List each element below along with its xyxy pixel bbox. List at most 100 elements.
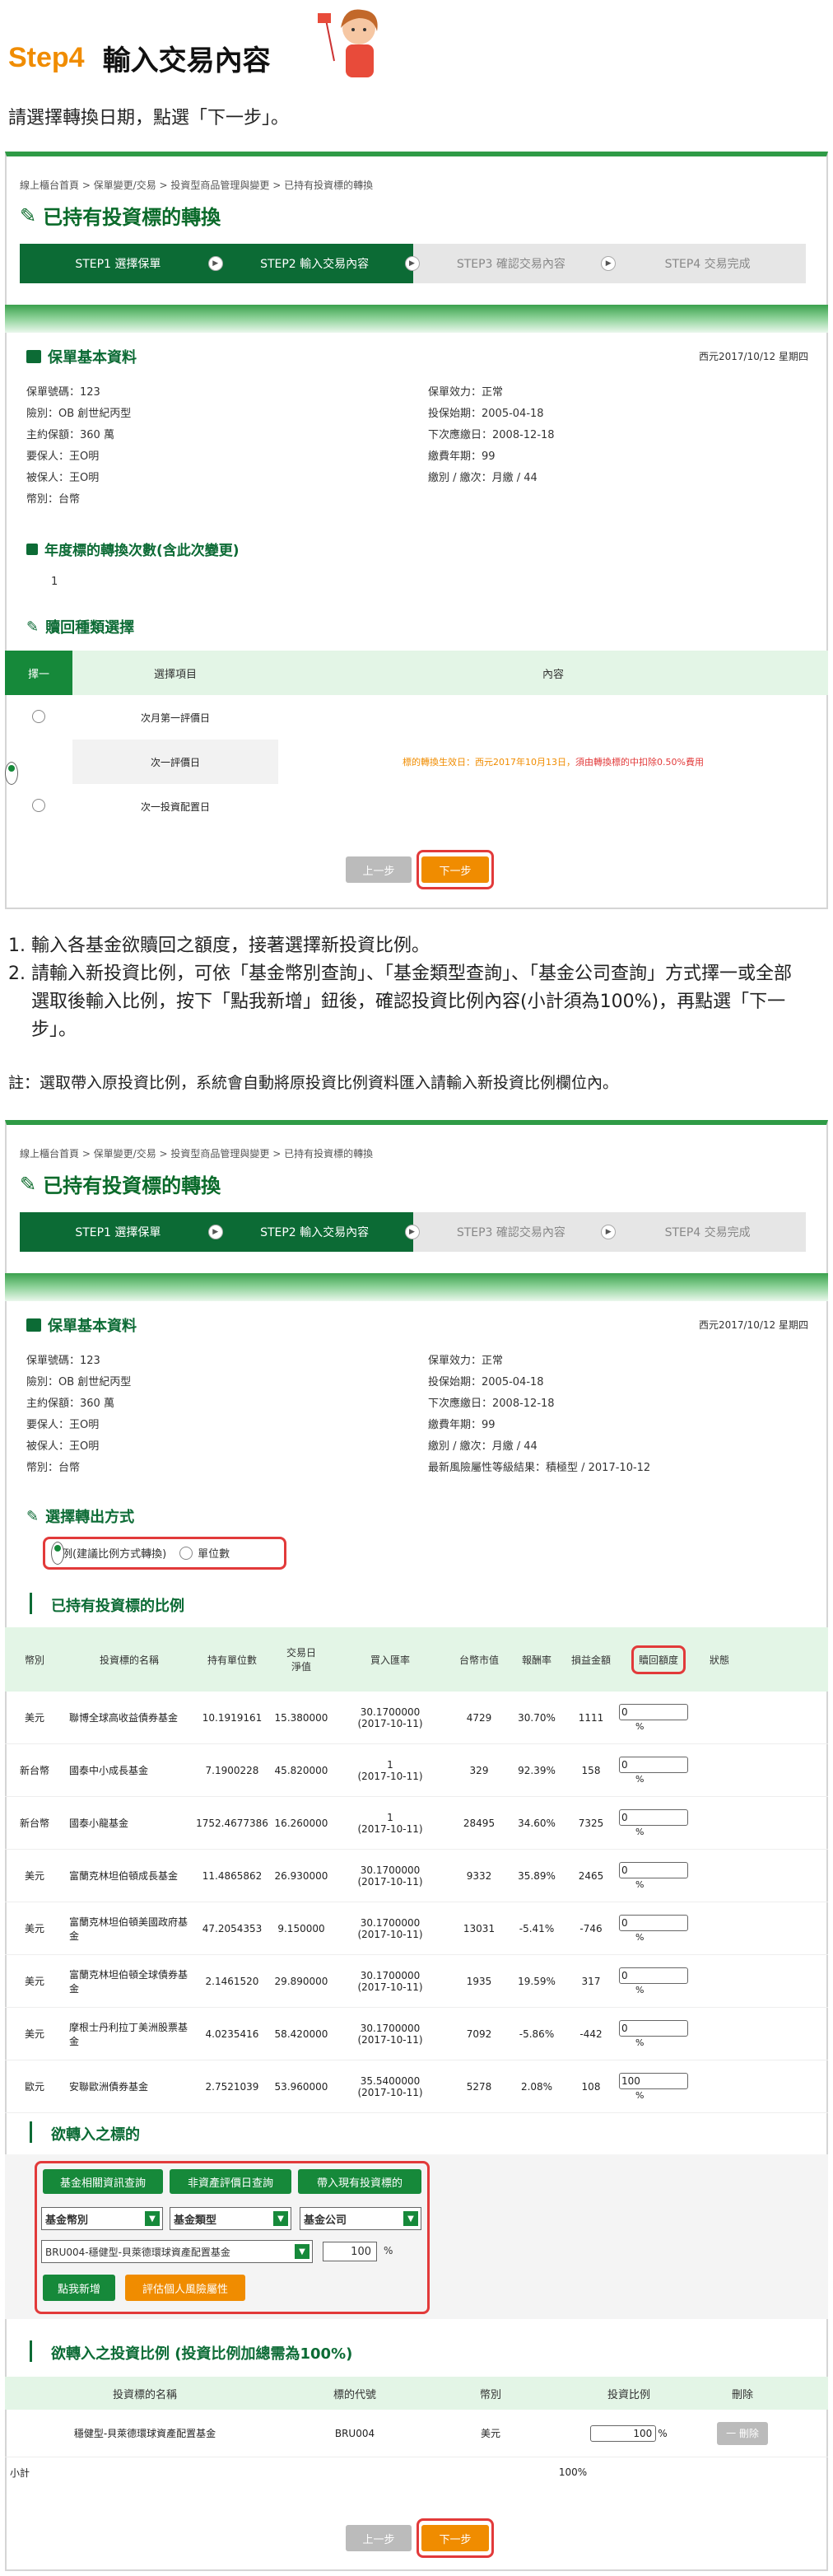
ratio-title: 欲轉入之投資比例 (投資比例加總需為100%) (51, 2345, 353, 2363)
ratio-field[interactable]: 100 (590, 2424, 657, 2442)
ratio-input[interactable]: 100 (323, 2242, 377, 2261)
redeem-option-row[interactable]: 次一評價日 標的轉換生效日：西元2017年10月13日，須由轉換標的中扣除0.5… (5, 740, 828, 785)
redeem-amount-input[interactable]: 0 (619, 2019, 688, 2037)
section-marker (30, 2340, 32, 2362)
redeem-option-row[interactable]: 次一投資配置日 (5, 784, 828, 828)
step-3: STEP3 確認交易內容 ▶ (412, 244, 617, 283)
add-button[interactable]: 點我新增 (43, 2275, 115, 2301)
chart-icon (26, 543, 38, 555)
edit-icon: ✎ (20, 203, 37, 227)
table-row: 美元 聯博全球高收益債券基金 10.1919161 15.380000 30.17000… (5, 1692, 828, 1744)
page-title: ✎ 已持有投資標的轉換 (20, 203, 221, 230)
redeem-amount-input[interactable]: 0 (619, 1967, 688, 1984)
section-annual-title: 年度標的轉換次數(含此次變更) (26, 539, 240, 559)
redeem-amount-input[interactable]: 0 (619, 1861, 688, 1878)
page-title: ✎ 已持有投資標的轉換 (20, 1172, 221, 1198)
annual-value: 1 (51, 576, 58, 588)
note-text: 註：選取帶入原投資比例，系統會自動將原投資比例資料匯入請輸入新投資比例欄位內。 (8, 1074, 619, 1092)
section-redeem-title: ✎ 贖回種類選擇 (26, 618, 135, 637)
chevron-right-icon: ▶ (207, 256, 223, 271)
target-title: 欲轉入之標的 (51, 2126, 140, 2144)
chevron-right-icon: ▶ (207, 1225, 223, 1239)
radio-ratio[interactable] (51, 1541, 64, 1565)
table-row: 美元 富蘭克林坦伯頓全球債券基金 2.1461520 29.890000 30.1700… (5, 1955, 828, 2008)
breadcrumb[interactable]: 線上櫃台首頁 > 保單變更/交易 > 投資型商品管理與變更 > 已持有投資標的轉… (20, 1146, 373, 1160)
holdings-table: 幣別 投資標的名稱 持有單位數 交易日 淨值 買入匯率 台幣市值 報酬率 損益金… (5, 1627, 828, 2113)
step-title: 輸入交易內容 (102, 44, 271, 77)
chevron-down-icon: ▼ (273, 2211, 288, 2226)
chevron-right-icon: ▶ (404, 1225, 420, 1239)
subtotal-row: 小計 100% (10, 2466, 588, 2479)
holdings-header: 幣別 投資標的名稱 持有單位數 交易日 淨值 買入匯率 台幣市值 報酬率 損益金… (5, 1627, 828, 1692)
green-band (5, 305, 828, 333)
step-number: Step4 (8, 41, 85, 73)
step-4: STEP4 交易完成 (609, 244, 806, 283)
basic-left: 保單號碼：123 險別：OB 創世紀丙型 主約保額：360 萬要保人：王O明 被保人：… (26, 386, 132, 506)
chevron-right-icon: ▶ (404, 256, 420, 271)
currency-select[interactable]: 基金幣別 ▼ (41, 2207, 163, 2230)
basic-left: 保單號碼：123 險別：OB 創世紀丙型 主約保額：360 萬要保人：王O明 被保人：… (26, 1355, 132, 1474)
step-indicator: STEP1 選擇保單 ▶ STEP2 輸入交易內容 ▶ STEP3 確認交易內容 ▶ … (20, 244, 806, 283)
table-row: 美元 富蘭克林坦伯頓成長基金 11.4865862 26.930000 30.17000… (5, 1850, 828, 1902)
archive-icon (26, 350, 41, 363)
basic-right: 保單效力：正常 投保始期：2005-04-18 下次應繳日：2008-12-18 繳費… (428, 386, 555, 484)
table-row: 美元 富蘭克林坦伯頓美國政府基金 47.2054353 9.150000 30.1700… (5, 1902, 828, 1955)
chevron-down-icon: ▼ (295, 2244, 309, 2259)
delete-button[interactable]: 一 刪除 (717, 2421, 768, 2445)
breadcrumb[interactable]: 線上櫃台首頁 > 保單變更/交易 > 投資型商品管理與變更 > 已持有投資標的轉… (20, 178, 373, 192)
holdings-title: 已持有投資標的比例 (51, 1598, 184, 1615)
green-band (5, 1273, 828, 1301)
percent-label: % (384, 2245, 393, 2256)
chevron-down-icon: ▼ (403, 2211, 418, 2226)
radio-units[interactable] (179, 1546, 193, 1560)
edit-doc-icon: ✎ (26, 1507, 40, 1525)
redeem-table: 擇一 選擇項目 內容 次月第一評價日 次一評價日 標的轉換生效日：西元2017年… (5, 651, 828, 828)
radio-next-valuation[interactable] (5, 762, 18, 785)
fund-select[interactable]: BRU004-穩健型-貝萊德環球資產配置基金 ▼ (41, 2240, 313, 2263)
prev-button[interactable]: 上一步 (346, 2525, 412, 2551)
step-1: STEP1 選擇保單 ▶ (20, 244, 223, 283)
fund-company-select[interactable]: 基金公司 ▼ (300, 2207, 421, 2230)
step-4: STEP4 交易完成 (609, 1212, 806, 1252)
chevron-down-icon: ▼ (145, 2211, 160, 2226)
fund-type-select[interactable]: 基金類型 ▼ (170, 2207, 291, 2230)
edit-icon: ✎ (20, 1172, 37, 1196)
step-header: Step4 輸入交易內容 (8, 33, 271, 82)
edit-doc-icon: ✎ (26, 618, 40, 636)
radio-next-investment[interactable] (32, 798, 45, 812)
redeem-amount-input[interactable]: 0 (619, 1756, 688, 1773)
table-row: 歐元 安聯歐洲債券基金 2.7521039 53.960000 35.5400000 (… (5, 2060, 828, 2113)
next-button[interactable]: 下一步 (421, 856, 489, 883)
instruction-list: 1. 輸入各基金欲贖回之額度，接著選擇新投資比例。 2. 請輸入新投資比例，可依「基… (8, 936, 793, 1040)
non-valuation-button[interactable]: 非資產評價日查詢 (170, 2169, 291, 2194)
radio-next-month[interactable] (32, 709, 45, 723)
step-3: STEP3 確認交易內容 ▶ (412, 1212, 617, 1252)
current-date: 西元2017/10/12 星期四 (699, 1319, 808, 1331)
section-marker (30, 1593, 32, 1614)
basic-right: 保單效力：正常 投保始期：2005-04-18 下次應繳日：2008-12-18 繳費… (428, 1355, 651, 1474)
mascot-illustration (318, 9, 378, 77)
redeem-amount-input[interactable]: 100 (619, 2072, 688, 2089)
redeem-amount-input[interactable]: 0 (619, 1808, 688, 1826)
prev-button[interactable]: 上一步 (346, 856, 412, 883)
redeem-amount-input[interactable]: 0 (619, 1703, 688, 1720)
section-marker (30, 2121, 32, 2143)
redeem-amount-input[interactable]: 0 (619, 1914, 688, 1931)
transfer-options: 比例(建議比例方式轉換) 單位數 (51, 1541, 230, 1565)
table-row: 新台幣 國泰中小成長基金 7.1900228 45.820000 1 (2017-10-… (5, 1744, 828, 1797)
step-1: STEP1 選擇保單 ▶ (20, 1212, 223, 1252)
redeem-option-row[interactable]: 次月第一評價日 (5, 695, 828, 740)
import-existing-button[interactable]: 帶入現有投資標的 (298, 2169, 421, 2194)
intro-text: 請選擇轉換日期，點選「下一步」。 (8, 108, 290, 128)
table-row: 新台幣 國泰小龍基金 1752.4677386 16.260000 1 (2017-10… (5, 1797, 828, 1850)
redeem-amount-header: 贖回額度 (631, 1645, 686, 1674)
redeem-note: 標的轉換生效日：西元2017年10月13日，須由轉換標的中扣除0.50%費用 (403, 757, 704, 768)
table-row: 美元 摩根士丹利拉丁美洲股票基金 4.0235416 58.420000 30.1700… (5, 2008, 828, 2060)
fund-info-button[interactable]: 基金相關資訊查詢 (43, 2169, 163, 2194)
step-2: STEP2 輸入交易內容 ▶ (216, 1212, 420, 1252)
next-button[interactable]: 下一步 (421, 2525, 489, 2551)
table-row: 穩健型-貝萊德環球資產配置基金 BRU004 美元 100% 一 刪除 (5, 2410, 828, 2457)
risk-assessment-button[interactable]: 評估個人風險屬性 (125, 2275, 245, 2301)
section-transfer-title: ✎ 選擇轉出方式 (26, 1507, 135, 1527)
section-basic-title: 保單基本資料 (26, 346, 137, 367)
